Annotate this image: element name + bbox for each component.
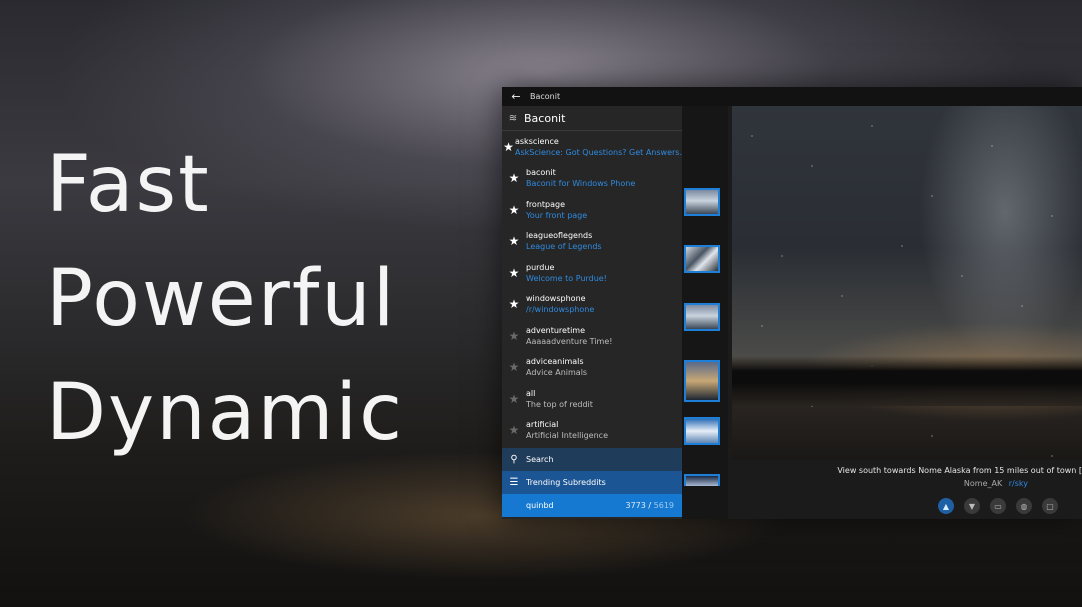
treeline xyxy=(732,356,1082,406)
star-icon[interactable]: ★ xyxy=(502,297,526,311)
list-icon: ☰ xyxy=(509,477,519,488)
star-icon[interactable]: ★ xyxy=(502,140,515,154)
subreddit-description: /r/windowsphone xyxy=(526,305,595,315)
subreddit-description: Advice Animals xyxy=(526,368,588,378)
subreddit-description: The top of reddit xyxy=(526,399,593,409)
star-icon[interactable]: ★ xyxy=(502,203,526,217)
search-label: Search xyxy=(526,455,554,464)
hero-text: Fast Powerful Dynamic xyxy=(46,128,404,470)
subreddit-item[interactable]: ★ askscience AskScience: Got Questions? … xyxy=(502,131,682,163)
comment-icon[interactable]: ▭ xyxy=(990,498,1006,514)
subreddit-item[interactable]: ★ purdue Welcome to Purdue! xyxy=(502,257,682,289)
post-thumbnail[interactable] xyxy=(684,474,720,486)
upvote-icon[interactable]: ▲ xyxy=(938,498,954,514)
title-bar: ← Baconit xyxy=(502,87,1082,106)
subreddit-name: baconit xyxy=(526,168,556,178)
star-icon[interactable]: ★ xyxy=(502,171,526,185)
share-icon[interactable]: ▢ xyxy=(1042,498,1058,514)
star-icon[interactable]: ★ xyxy=(502,360,526,374)
window-title: Baconit xyxy=(530,92,561,101)
subreddit-name: purdue xyxy=(526,262,555,272)
subreddit-item[interactable]: ★ artificial Artificial Intelligence xyxy=(502,415,682,447)
subreddit-name: adventuretime xyxy=(526,325,586,335)
hero-line-powerful: Powerful xyxy=(46,254,397,344)
subreddit-name: frontpage xyxy=(526,199,566,209)
star-icon[interactable]: ★ xyxy=(502,392,526,406)
star-icon[interactable]: ★ xyxy=(502,423,526,437)
post-meta: Nome_AK r/sky xyxy=(728,479,1028,488)
username: quinbd xyxy=(526,501,554,510)
hero-line-fast: Fast xyxy=(46,140,211,230)
subreddit-item[interactable]: ★ all The top of reddit xyxy=(502,383,682,415)
star-icon[interactable]: ★ xyxy=(502,266,526,280)
lines-icon: ≋ xyxy=(508,112,518,124)
comment-karma: 5619 xyxy=(653,501,674,510)
trending-label: Trending Subreddits xyxy=(526,478,606,487)
subreddit-description: Welcome to Purdue! xyxy=(526,273,607,283)
subreddit-item[interactable]: ★ leagueoflegends League of Legends xyxy=(502,226,682,258)
subreddit-list: ★ askscience AskScience: Got Questions? … xyxy=(502,131,682,446)
hero-line-dynamic: Dynamic xyxy=(46,368,404,458)
post-subreddit[interactable]: r/sky xyxy=(1009,479,1028,488)
person-icon: 👤 xyxy=(507,500,521,511)
search-button[interactable]: ⚲ Search xyxy=(502,448,682,471)
search-icon: ⚲ xyxy=(510,454,518,465)
sidebar-footer: ⚲ Search ☰ Trending Subreddits 👤 quinbd … xyxy=(502,448,682,517)
karma-count: 3773 / 5619 xyxy=(625,501,674,510)
downvote-icon[interactable]: ▼ xyxy=(964,498,980,514)
post-thumbnail[interactable] xyxy=(684,417,720,445)
subreddit-description: AskScience: Got Questions? Get Answers. xyxy=(514,147,682,157)
subreddit-name: all xyxy=(526,388,536,398)
sidebar: ≋ Baconit ★ askscience AskScience: Got Q… xyxy=(502,106,682,519)
post-thumbnail[interactable] xyxy=(684,303,720,331)
sidebar-header[interactable]: ≋ Baconit xyxy=(502,106,682,131)
subreddit-description: Your front page xyxy=(526,210,588,220)
back-arrow-icon[interactable]: ← xyxy=(502,90,530,103)
subreddit-description: Baconit for Windows Phone xyxy=(526,179,636,189)
post-viewer: View south towards Nome Alaska from 15 m… xyxy=(728,106,1082,519)
post-image[interactable] xyxy=(732,106,1082,460)
subreddit-item[interactable]: ★ baconit Baconit for Windows Phone xyxy=(502,163,682,195)
subreddit-name: leagueoflegends xyxy=(526,231,593,241)
star-icon[interactable]: ★ xyxy=(502,234,526,248)
link-karma: 3773 xyxy=(625,501,646,510)
app-window: ← Baconit ≋ Baconit ★ askscience AskScie… xyxy=(502,87,1082,519)
subreddit-name: askscience xyxy=(514,136,559,146)
post-actions: ▲ ▼ ▭ ◍ ▢ xyxy=(938,498,1058,514)
sidebar-title: Baconit xyxy=(524,111,566,125)
subreddit-item[interactable]: ★ windowsphone /r/windowsphone xyxy=(502,289,682,321)
subreddit-item[interactable]: ★ adviceanimals Advice Animals xyxy=(502,352,682,384)
globe-icon[interactable]: ◍ xyxy=(1016,498,1032,514)
subreddit-description: Aaaaadventure Time! xyxy=(526,336,613,346)
karma-separator: / xyxy=(648,501,652,510)
user-account-button[interactable]: 👤 quinbd 3773 / 5619 xyxy=(502,494,682,517)
subreddit-name: artificial xyxy=(526,420,559,430)
post-thumbnail-list xyxy=(682,106,728,519)
post-author[interactable]: Nome_AK xyxy=(964,479,1002,488)
post-title: View south towards Nome Alaska from 15 m… xyxy=(837,466,1082,475)
subreddit-description: Artificial Intelligence xyxy=(526,431,608,441)
trending-subreddits-button[interactable]: ☰ Trending Subreddits xyxy=(502,471,682,494)
starfield xyxy=(732,106,1082,460)
subreddit-item[interactable]: ★ adventuretime Aaaaadventure Time! xyxy=(502,320,682,352)
star-icon[interactable]: ★ xyxy=(502,329,526,343)
subreddit-description: League of Legends xyxy=(526,242,602,252)
subreddit-item[interactable]: ★ frontpage Your front page xyxy=(502,194,682,226)
post-thumbnail[interactable] xyxy=(684,360,720,402)
post-thumbnail[interactable] xyxy=(684,188,720,216)
post-thumbnail[interactable] xyxy=(684,245,720,273)
subreddit-name: adviceanimals xyxy=(526,357,584,367)
subreddit-name: windowsphone xyxy=(526,294,586,304)
